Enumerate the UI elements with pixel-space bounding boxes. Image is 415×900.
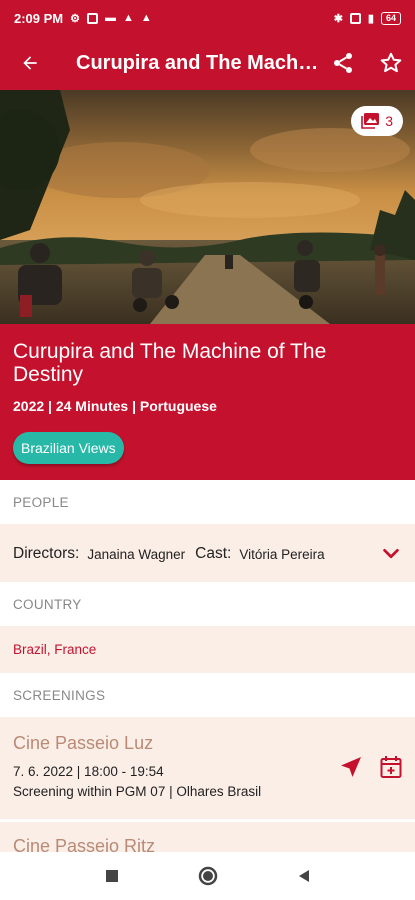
navigate-button[interactable] [335,751,367,783]
status-bar: 2:09 PM ⚙ ▬ ▲ ▲ ✱ ▮ 64 [0,0,415,36]
share-button[interactable] [319,36,367,90]
navigation-arrow-icon [341,757,361,777]
photo-library-icon [361,113,380,129]
section-country: COUNTRY [0,582,415,626]
app-notification-icon [87,12,99,24]
hero-image[interactable]: 3 [0,90,415,324]
bluetooth-icon: ✱ [333,12,343,25]
warning-icon: ▲ [123,12,134,24]
movie-meta: 2022 | 24 Minutes | Portuguese [13,398,217,414]
expand-people-button[interactable] [367,528,415,580]
section-people: PEOPLE [0,480,415,524]
warning-icon: ▲ [140,12,152,24]
category-chip[interactable]: Brazilian Views [13,432,124,464]
share-icon [334,53,352,73]
directors-label: Directors: [13,545,80,562]
circle-icon [198,866,217,886]
movie-header: Curupira and The Machine of The Destiny … [0,324,415,480]
square-icon [105,870,118,882]
photo-count: 3 [385,113,393,129]
triangle-back-icon [298,870,309,882]
message-notification-icon: ▬ [105,12,117,24]
nav-back-button[interactable] [292,864,316,888]
star-outline-icon [380,52,402,73]
add-to-calendar-button[interactable] [375,751,407,783]
status-time: 2:09 PM [14,10,64,26]
battery-icon: 64 [380,11,401,25]
screening-program: Screening within PGM 07 | Olhares Brasil [13,784,262,799]
settings-notification-icon: ⚙ [70,12,81,25]
directors-value: Janaina Wagner [87,546,186,562]
chevron-down-icon [383,548,399,559]
people-row[interactable]: Directors: Janaina Wagner Cast: Vitória … [0,528,415,580]
photo-gallery-button[interactable]: 3 [351,106,403,136]
favorite-button[interactable] [367,36,415,90]
movie-title: Curupira and The Machine of The Destiny [13,340,327,386]
screening-item[interactable]: Cine Passeio Ritz [0,822,415,856]
vibrate-icon [349,12,361,24]
recents-button[interactable] [100,864,124,888]
arrow-back-icon [23,56,37,70]
app-bar: Curupira and The Machine of The Destiny [0,36,415,90]
calendar-add-icon [380,756,402,778]
back-button[interactable] [0,36,60,90]
screening-item[interactable]: Cine Passeio Luz 7. 6. 2022 | 18:00 - 19… [0,719,415,819]
cast-label: Cast: [195,545,232,562]
home-button[interactable] [196,864,220,888]
section-screenings: SCREENINGS [0,673,415,717]
system-nav-bar [0,852,415,900]
cast-value: Vitória Pereira [239,546,325,562]
country-value: Brazil, France [0,627,415,671]
page-title: Curupira and The Machine of The Destiny [76,51,319,74]
signal-icon: ▮ [367,12,374,25]
